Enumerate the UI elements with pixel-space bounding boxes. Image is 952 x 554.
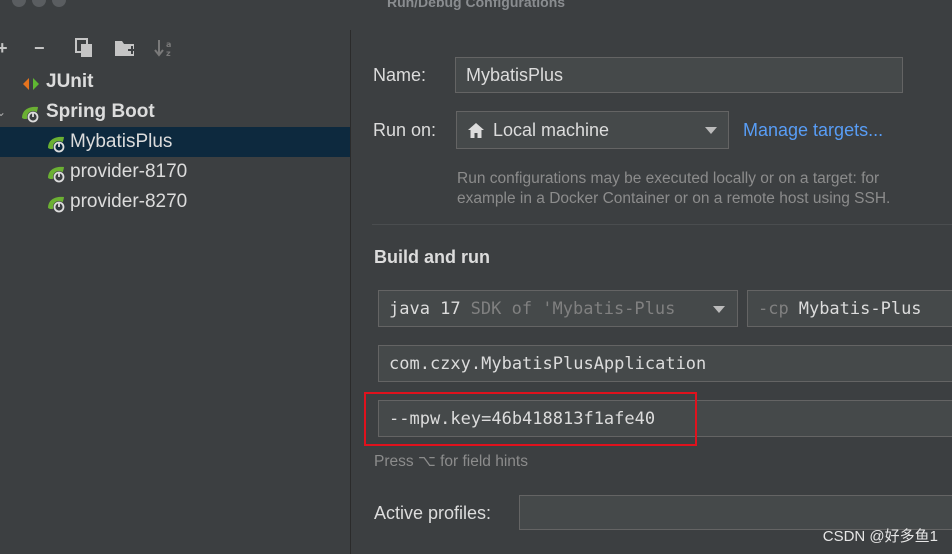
section-divider <box>372 224 952 225</box>
run-on-label: Run on: <box>373 120 437 140</box>
add-configuration-button[interactable]: + <box>0 36 8 60</box>
copy-icon[interactable] <box>74 38 94 64</box>
highlight-box <box>364 392 697 446</box>
folder-add-icon[interactable] <box>114 38 136 64</box>
manage-targets-link[interactable]: Manage targets... <box>743 120 883 141</box>
tree-item-mybatisplus[interactable]: MybatisPlus <box>0 127 350 157</box>
panel-divider[interactable] <box>350 30 351 554</box>
build-and-run-heading: Build and run <box>374 247 490 267</box>
jdk-sub-value: SDK of 'Mybatis-Plus <box>470 298 676 319</box>
classpath-value: Mybatis-Plus <box>798 298 922 319</box>
main-class-value: com.czxy.MybatisPlusApplication <box>389 353 707 374</box>
title-bar: Run/Debug Configurations <box>0 0 952 14</box>
svg-text:z: z <box>166 49 171 58</box>
tree-group-label: JUnit <box>46 71 94 92</box>
classpath-select[interactable]: -cp Mybatis-Plus <box>747 290 952 327</box>
active-profiles-label: Active profiles: <box>374 503 492 523</box>
tree-item-label: provider-8170 <box>70 161 188 182</box>
spring-boot-icon <box>20 104 39 123</box>
run-on-value: Local machine <box>493 119 610 140</box>
svg-text:a: a <box>166 40 171 49</box>
run-on-hint-line-2: example in a Docker Container or on a re… <box>457 190 891 207</box>
spring-boot-icon <box>46 164 65 183</box>
chevron-down-icon <box>713 306 725 313</box>
remove-configuration-button[interactable]: − <box>34 36 45 60</box>
expand-arrow-icon[interactable]: ⌄ <box>0 97 6 127</box>
sort-icon[interactable]: az <box>154 38 176 64</box>
tree-toolbar: + − az <box>0 36 200 60</box>
tree-group-junit[interactable]: › JUnit <box>0 67 350 97</box>
tree-item-label: MybatisPlus <box>70 131 173 152</box>
tree-group-label: Spring Boot <box>46 101 155 122</box>
spring-boot-icon <box>46 194 65 213</box>
jdk-select[interactable]: java 17 SDK of 'Mybatis-Plus <box>378 290 738 327</box>
window-title: Run/Debug Configurations <box>386 0 566 10</box>
name-input[interactable]: MybatisPlus <box>455 57 903 93</box>
run-on-select[interactable]: Local machine <box>456 111 729 149</box>
chevron-down-icon <box>705 127 717 134</box>
jdk-value: java 17 <box>389 298 461 319</box>
tree-item-label: provider-8270 <box>70 191 188 212</box>
main-class-input[interactable]: com.czxy.MybatisPlusApplication <box>378 345 952 382</box>
run-on-hint-line-1: Run configurations may be executed local… <box>457 170 880 187</box>
home-icon <box>467 122 485 139</box>
tree-item-provider-8170[interactable]: provider-8170 <box>0 157 350 187</box>
field-hints-text: Press ⌥ for field hints <box>374 453 528 470</box>
junit-icon <box>22 73 40 91</box>
tree-item-provider-8270[interactable]: provider-8270 <box>0 187 350 217</box>
spring-boot-icon <box>46 134 65 153</box>
name-input-value: MybatisPlus <box>466 64 564 85</box>
watermark-text: CSDN @好多鱼1 <box>822 528 938 545</box>
classpath-prefix: -cp <box>758 298 789 319</box>
tree-group-spring-boot[interactable]: ⌄ Spring Boot <box>0 97 350 127</box>
name-label: Name: <box>373 65 427 85</box>
